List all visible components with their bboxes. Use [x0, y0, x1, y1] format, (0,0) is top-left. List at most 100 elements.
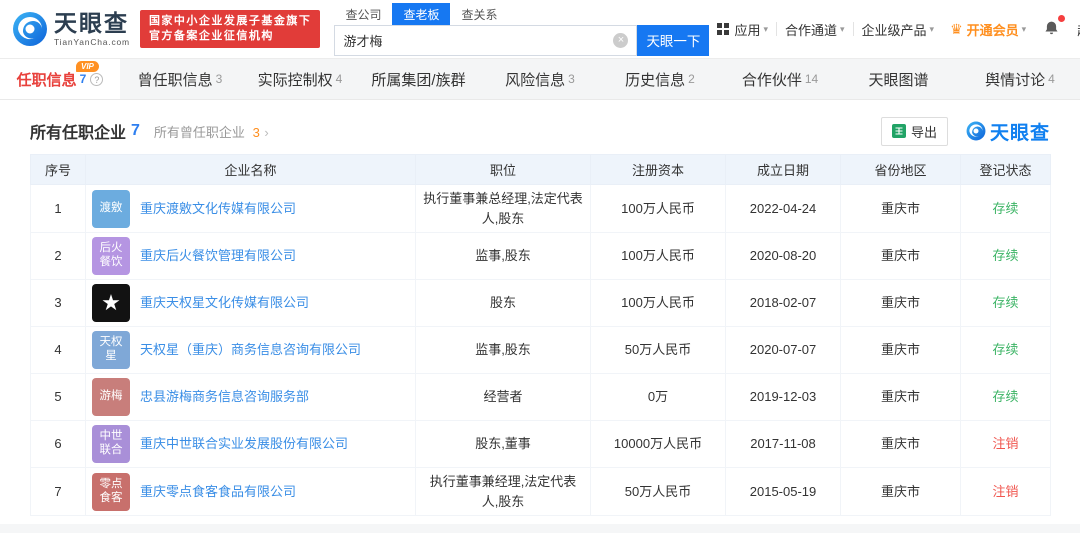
tab-label: 实际控制权 [257, 71, 333, 89]
nav-open-vip[interactable]: ♛ 开通会员 ▾ [942, 20, 1034, 39]
caret-icon: ▾ [1021, 23, 1027, 34]
tab-count: 4 [335, 72, 343, 86]
tab-label: 曾任职信息 [137, 71, 213, 89]
search-tab-relation[interactable]: 查关系 [450, 3, 508, 25]
tab-count: 7 [79, 72, 87, 86]
tab-count: 14 [804, 72, 819, 86]
caret-icon: ▾ [763, 23, 768, 34]
status-cell: 存续 [960, 373, 1051, 421]
nav-vip-label: 开通会员 [966, 22, 1019, 38]
notification-dot [1058, 14, 1066, 22]
company-cell: 游梅 忠县游梅商务信息咨询服务部 [85, 373, 416, 421]
nav-coop[interactable]: 合作通道 ▾ [777, 20, 853, 39]
row-index: 3 [30, 279, 86, 327]
gov-badge-line1: 国家中小企业发展子基金旗下 [148, 15, 312, 27]
nav-enterprise[interactable]: 企业级产品 ▾ [854, 20, 943, 39]
table-row: 7 零点 食客 重庆零点食客食品有限公司 执行董事兼经理,法定代表人,股东 50… [30, 467, 1051, 516]
brand-logo[interactable]: 天眼查 TianYanCha.com [12, 11, 130, 47]
company-link[interactable]: 重庆天权星文化传媒有限公司 [140, 293, 309, 313]
profile-tab[interactable]: 天眼图谱 [840, 59, 960, 99]
watermark-text: 天眼查 [989, 122, 1050, 144]
section-title: 所有任职企业 [30, 125, 127, 142]
region-cell: 重庆市 [840, 373, 961, 421]
profile-tab[interactable]: 历史信息 2 [600, 59, 720, 99]
position-cell: 经营者 [415, 373, 591, 421]
search-tab-company[interactable]: 查公司 [334, 3, 392, 25]
company-logo: ★ [92, 284, 130, 322]
table-header-cell: 企业名称 [85, 154, 416, 185]
nav-apps[interactable]: 应用 ▾ [709, 20, 776, 39]
region-cell: 重庆市 [840, 279, 961, 327]
profile-tab[interactable]: 风险信息 3 [480, 59, 600, 99]
company-cell: ★ 重庆天权星文化传媒有限公司 [85, 279, 416, 327]
export-button[interactable]: 导出 [880, 116, 948, 146]
region-cell: 重庆市 [840, 326, 961, 374]
table-header-cell: 序号 [30, 154, 86, 185]
company-link[interactable]: 天权星（重庆）商务信息咨询有限公司 [140, 340, 361, 360]
caret-icon: ▾ [840, 23, 845, 34]
gov-badge: 国家中小企业发展子基金旗下 官方备案企业征信机构 [139, 10, 321, 48]
table-header-row: 序号 企业名称 职位 注册资本 成立日期 省份地区 登记状态 [30, 154, 1051, 185]
brand-watermark: 天眼查 [966, 118, 1050, 145]
search-input[interactable] [343, 32, 614, 48]
company-link[interactable]: 忠县游梅商务信息咨询服务部 [140, 387, 309, 407]
company-link[interactable]: 重庆中世联合实业发展股份有限公司 [140, 434, 348, 454]
company-flex: 中世 联合 重庆中世联合实业发展股份有限公司 [92, 425, 409, 463]
company-link[interactable]: 重庆渡敫文化传媒有限公司 [140, 199, 296, 219]
tab-label: 任职信息 [16, 71, 77, 89]
table-header-cell: 注册资本 [590, 154, 726, 185]
tab-label: 合作伙伴 [741, 71, 802, 89]
company-logo: 零点 食客 [92, 472, 130, 511]
row-index: 6 [30, 420, 86, 468]
former-companies-link[interactable]: 所有曾任职企业 3 › [154, 122, 269, 141]
search-area: 查公司 查老板 查关系 × 天眼一下 [334, 2, 710, 56]
table-row: 6 中世 联合 重庆中世联合实业发展股份有限公司 股东,董事 10000万人民币… [30, 420, 1051, 468]
date-cell: 2019-12-03 [725, 373, 841, 421]
region-cell: 重庆市 [840, 420, 961, 468]
table-header-cell: 成立日期 [725, 154, 841, 185]
apps-grid-icon [717, 23, 723, 28]
date-cell: 2017-11-08 [725, 420, 841, 468]
company-logo: 天权 星 [92, 331, 130, 369]
search-row: × 天眼一下 [334, 24, 710, 56]
excel-icon [891, 124, 906, 138]
help-icon[interactable]: ? [90, 72, 104, 86]
capital-cell: 100万人民币 [590, 279, 726, 327]
table-row: 5 游梅 忠县游梅商务信息咨询服务部 经营者 0万 2019-12-03 重庆市… [30, 373, 1051, 421]
status-cell: 注销 [960, 420, 1051, 468]
profile-tab[interactable]: 任职信息 7 ? VIP [0, 59, 120, 99]
position-cell: 监事,股东 [415, 326, 591, 374]
search-tab-boss[interactable]: 查老板 [392, 2, 451, 25]
table-header-cell: 登记状态 [960, 154, 1051, 185]
table-row: 2 后火 餐饮 重庆后火餐饮管理有限公司 监事,股东 100万人民币 2020-… [30, 232, 1051, 280]
notifications-bell[interactable] [1034, 14, 1069, 40]
profile-tab[interactable]: 舆情讨论 4 [960, 59, 1080, 99]
table-row: 4 天权 星 天权星（重庆）商务信息咨询有限公司 监事,股东 50万人民币 20… [30, 326, 1051, 374]
position-cell: 执行董事兼总经理,法定代表人,股东 [415, 184, 591, 233]
status-cell: 存续 [960, 232, 1051, 280]
company-link[interactable]: 重庆零点食客食品有限公司 [140, 482, 296, 502]
search-button[interactable]: 天眼一下 [637, 24, 710, 56]
brand-title: 天眼查 [54, 9, 129, 36]
search-tabs: 查公司 查老板 查关系 [334, 2, 709, 25]
clear-icon[interactable]: × [613, 32, 629, 48]
company-link[interactable]: 重庆后火餐饮管理有限公司 [140, 246, 296, 266]
company-logo: 后火 餐饮 [92, 237, 130, 275]
profile-tab[interactable]: 实际控制权 4 [240, 59, 360, 99]
brand-text: 天眼查 TianYanCha.com [54, 9, 130, 47]
position-cell: 股东 [415, 279, 591, 327]
profile-tabbar: 任职信息 7 ? VIP 曾任职信息 3 实际控制权 4 所属集团/族群 风险信… [0, 58, 1080, 100]
company-flex: 零点 食客 重庆零点食客食品有限公司 [92, 472, 409, 511]
gov-badge-line2: 官方备案企业征信机构 [148, 30, 274, 42]
profile-tab[interactable]: 合作伙伴 14 [720, 59, 840, 99]
nav-user-menu[interactable]: 超级... ▾ [1069, 20, 1080, 39]
company-flex: 后火 餐饮 重庆后火餐饮管理有限公司 [92, 237, 409, 275]
table-row: 3 ★ 重庆天权星文化传媒有限公司 股东 100万人民币 2018-02-07 … [30, 279, 1051, 327]
section-header: 所有任职企业 7 所有曾任职企业 3 › 导出 天眼查 [30, 114, 1050, 148]
tab-count: 3 [215, 72, 223, 86]
profile-tab[interactable]: 曾任职信息 3 [120, 59, 240, 99]
profile-tab[interactable]: 所属集团/族群 [360, 59, 480, 99]
nav-apps-label: 应用 [734, 22, 761, 38]
company-flex: 渡敫 重庆渡敫文化传媒有限公司 [92, 189, 409, 228]
row-index: 5 [30, 373, 86, 421]
